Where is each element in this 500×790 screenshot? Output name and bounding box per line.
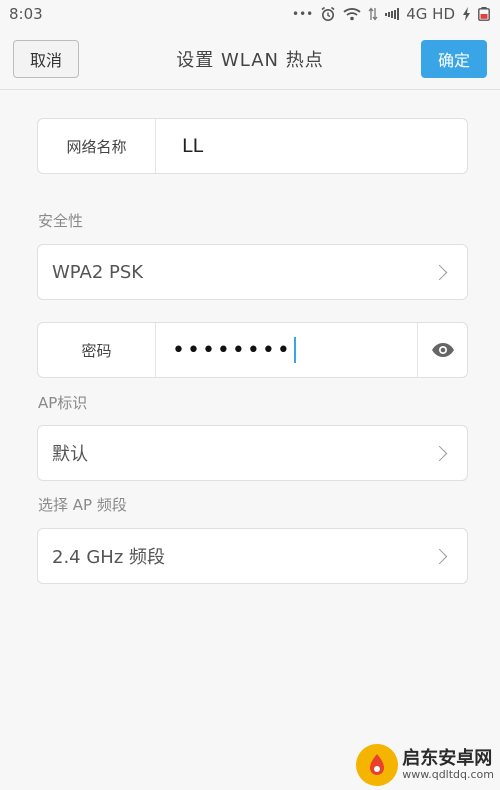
wifi-icon — [343, 7, 361, 21]
network-name-label: 网络名称 — [38, 119, 156, 173]
password-masked-text: •••••••• — [172, 337, 292, 363]
status-bar: 8:03 ••• 4G HD — [0, 0, 500, 28]
network-type: 4G HD — [406, 5, 455, 23]
confirm-button[interactable]: 确定 — [421, 40, 487, 78]
watermark-logo-icon — [356, 744, 399, 786]
data-arrows-icon — [368, 7, 378, 21]
network-name-input[interactable]: LL — [156, 119, 467, 173]
show-password-toggle[interactable] — [417, 323, 467, 377]
watermark-url: www.qdltdq.com — [402, 767, 494, 781]
band-section-label: 选择 AP 频段 — [38, 496, 127, 514]
eye-icon — [431, 343, 454, 357]
battery-icon — [478, 7, 490, 21]
status-dots: ••• — [292, 7, 314, 21]
security-value: WPA2 PSK — [52, 261, 144, 283]
text-caret — [293, 337, 296, 363]
password-row: 密码 •••••••• — [37, 322, 468, 378]
chevron-right-icon — [431, 445, 448, 461]
charging-icon — [462, 7, 471, 21]
network-name-row: 网络名称 LL — [37, 118, 468, 174]
password-label: 密码 — [38, 323, 156, 377]
chevron-right-icon — [431, 548, 448, 564]
security-select[interactable]: WPA2 PSK — [37, 244, 468, 300]
watermark-title: 启东安卓网 — [402, 747, 493, 769]
ap-id-select[interactable]: 默认 — [37, 425, 468, 481]
ap-id-section-label: AP标识 — [38, 394, 88, 412]
signal-icon — [385, 8, 400, 20]
status-time: 8:03 — [9, 5, 43, 23]
band-value: 2.4 GHz 频段 — [52, 547, 166, 568]
watermark: 启东安卓网 www.qdltdq.com — [356, 744, 494, 786]
ap-id-value: 默认 — [52, 444, 88, 465]
title-bar: 取消 设置 WLAN 热点 确定 — [0, 28, 500, 90]
band-select[interactable]: 2.4 GHz 频段 — [37, 528, 468, 584]
password-input[interactable]: •••••••• — [156, 323, 417, 377]
chevron-right-icon — [431, 264, 448, 280]
alarm-icon — [320, 6, 336, 22]
status-icons: ••• 4G HD — [292, 5, 490, 23]
security-section-label: 安全性 — [38, 212, 84, 230]
